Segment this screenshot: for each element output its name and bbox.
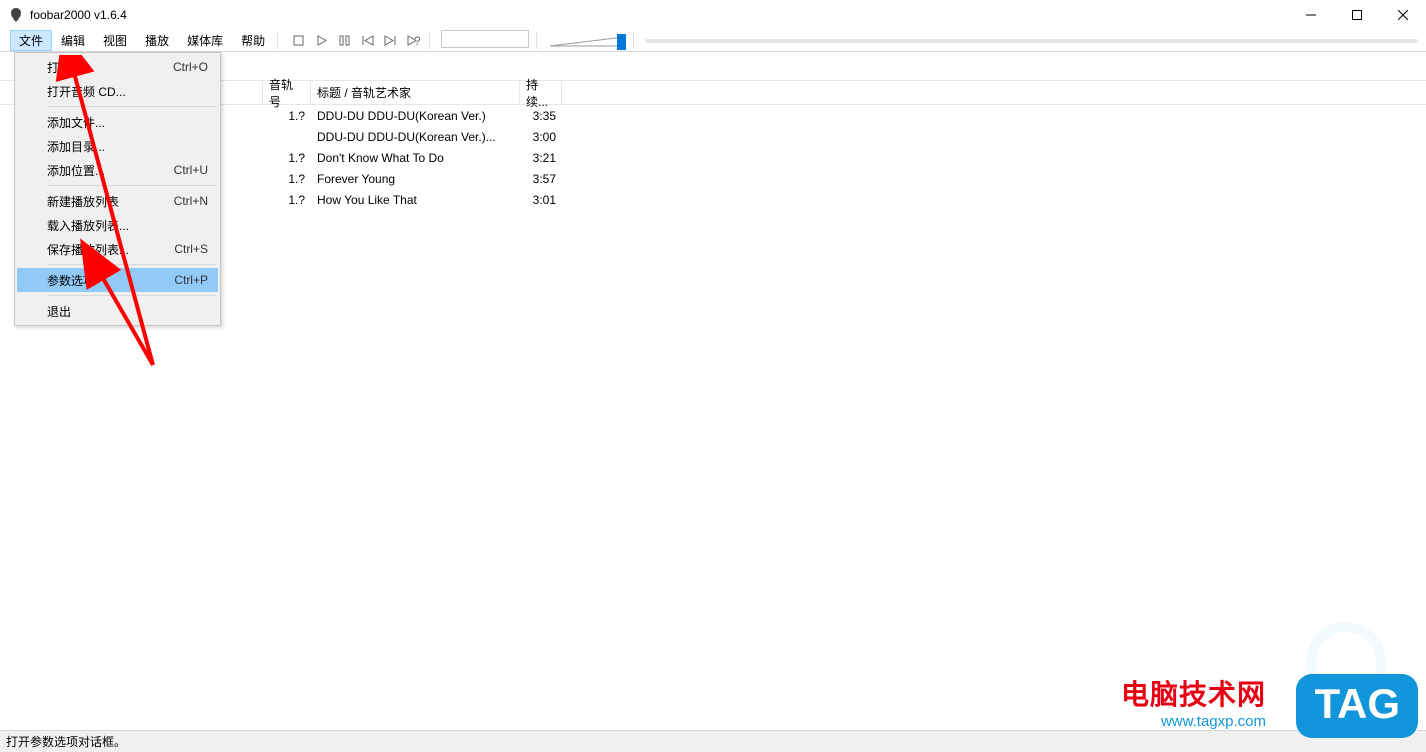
col-track-no[interactable]: 音轨号 bbox=[263, 81, 311, 104]
menu-exit[interactable]: 退出 bbox=[17, 299, 218, 323]
menu-load-playlist[interactable]: 载入播放列表... bbox=[17, 213, 218, 237]
order-selector[interactable] bbox=[441, 30, 529, 48]
prev-icon[interactable] bbox=[360, 34, 374, 48]
file-menu-dropdown: 打开...Ctrl+O 打开音频 CD... 添加文件... 添加目录... 添… bbox=[14, 52, 221, 326]
watermark-tag: TAG bbox=[1296, 674, 1418, 738]
volume-slider[interactable] bbox=[544, 30, 630, 51]
minimize-button[interactable] bbox=[1288, 0, 1334, 30]
maximize-button[interactable] bbox=[1334, 0, 1380, 30]
menu-view[interactable]: 视图 bbox=[94, 30, 136, 51]
col-title-artist[interactable]: 标题 / 音轨艺术家 bbox=[311, 81, 520, 104]
random-icon[interactable]: ? bbox=[406, 34, 420, 48]
menu-add-files[interactable]: 添加文件... bbox=[17, 110, 218, 134]
play-icon[interactable] bbox=[314, 34, 328, 48]
playback-toolbar: ? bbox=[285, 30, 426, 51]
menu-playback[interactable]: 播放 bbox=[136, 30, 178, 51]
watermark-text: 电脑技术网 www.tagxp.com bbox=[1121, 673, 1266, 730]
menu-file[interactable]: 文件 bbox=[10, 30, 52, 51]
col-duration[interactable]: 持续... bbox=[520, 81, 562, 104]
title-bar: foobar2000 v1.6.4 bbox=[0, 0, 1426, 30]
stop-icon[interactable] bbox=[291, 34, 305, 48]
menu-new-playlist[interactable]: 新建播放列表Ctrl+N bbox=[17, 189, 218, 213]
window-controls bbox=[1288, 0, 1426, 30]
menu-preferences[interactable]: 参数选项Ctrl+P bbox=[17, 268, 218, 292]
seekbar[interactable] bbox=[641, 30, 1426, 51]
menu-save-playlist[interactable]: 保存播放列表...Ctrl+S bbox=[17, 237, 218, 261]
menu-open[interactable]: 打开...Ctrl+O bbox=[17, 55, 218, 79]
menu-library[interactable]: 媒体库 bbox=[178, 30, 232, 51]
menu-edit[interactable]: 编辑 bbox=[52, 30, 94, 51]
status-text: 打开参数选项对话框。 bbox=[6, 733, 126, 750]
close-button[interactable] bbox=[1380, 0, 1426, 30]
volume-thumb[interactable] bbox=[617, 34, 626, 50]
svg-text:?: ? bbox=[414, 35, 420, 46]
pause-icon[interactable] bbox=[337, 34, 351, 48]
next-icon[interactable] bbox=[383, 34, 397, 48]
menu-add-folder[interactable]: 添加目录... bbox=[17, 134, 218, 158]
status-bar: 打开参数选项对话框。 bbox=[0, 730, 1426, 752]
menu-add-location[interactable]: 添加位置...Ctrl+U bbox=[17, 158, 218, 182]
menu-bar: 文件 编辑 视图 播放 媒体库 帮助 ? bbox=[0, 30, 1426, 52]
menu-help[interactable]: 帮助 bbox=[232, 30, 274, 51]
menu-open-audio-cd[interactable]: 打开音频 CD... bbox=[17, 79, 218, 103]
window-title: foobar2000 v1.6.4 bbox=[30, 8, 1288, 22]
app-icon bbox=[8, 7, 24, 23]
